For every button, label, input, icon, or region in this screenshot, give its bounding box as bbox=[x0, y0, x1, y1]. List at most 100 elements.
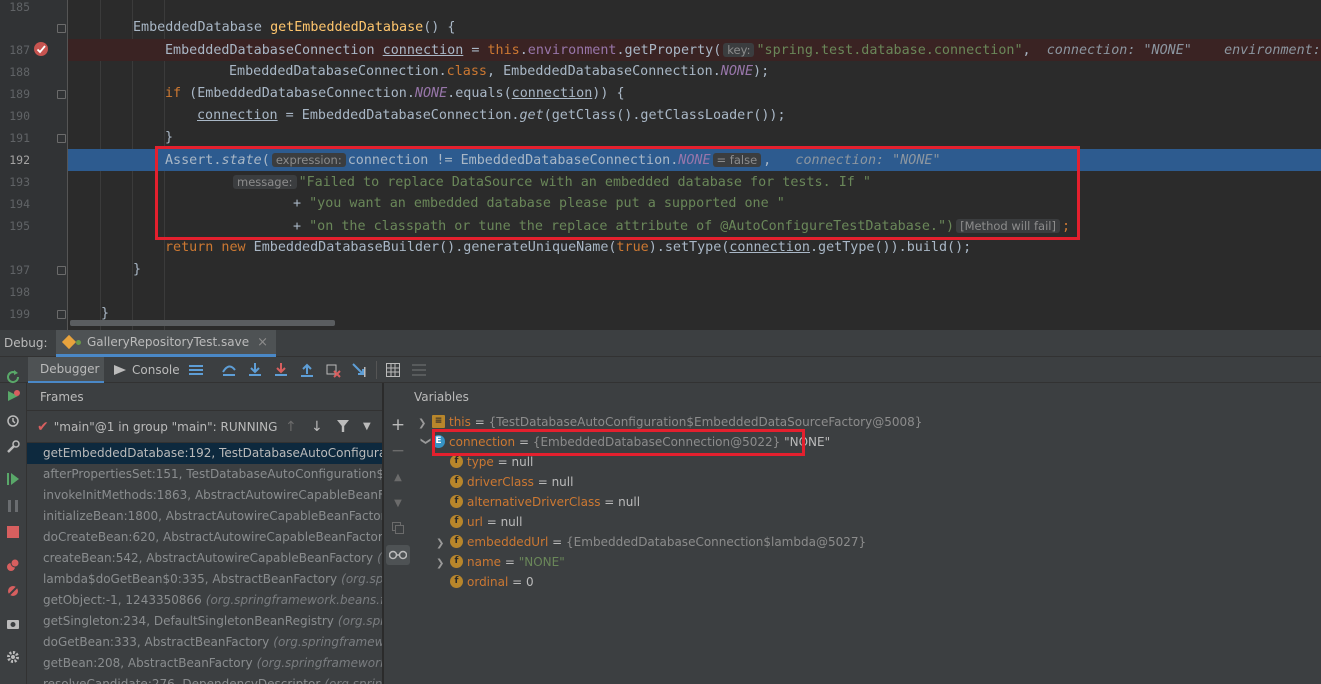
variable-field[interactable]: f alternativeDriverClass = null bbox=[436, 492, 640, 512]
step-over-icon[interactable] bbox=[221, 362, 237, 378]
variable-field[interactable]: ❯ f embeddedUrl = {EmbeddedDatabaseConnect… bbox=[436, 532, 866, 552]
pause-program-icon[interactable] bbox=[5, 498, 21, 514]
frame-method: getBean:208, AbstractBeanFactory bbox=[43, 656, 253, 670]
rerun-icon[interactable] bbox=[5, 369, 21, 385]
rerun-failed-icon[interactable] bbox=[5, 388, 21, 404]
filter-icon[interactable] bbox=[337, 420, 349, 432]
frame-item[interactable]: resolveCandidate:276, DependencyDescript… bbox=[27, 674, 382, 684]
frame-item[interactable]: createBean:542, AbstractAutowireCapableB… bbox=[27, 548, 382, 569]
code-editor[interactable]: 185 187 188 189 190 191 192 193 194 195 … bbox=[0, 0, 1321, 330]
frame-method: createBean:542, AbstractAutowireCapableB… bbox=[43, 551, 374, 565]
equals-sign: = bbox=[470, 415, 489, 429]
variable-name: this bbox=[449, 415, 471, 429]
fold-marker-icon[interactable] bbox=[57, 90, 66, 99]
tab-console[interactable]: Console bbox=[114, 357, 180, 383]
console-icon bbox=[114, 365, 126, 375]
variable-field[interactable]: f url = null bbox=[436, 512, 522, 532]
step-out-icon[interactable] bbox=[299, 362, 315, 378]
variable-field[interactable]: f ordinal = 0 bbox=[436, 572, 534, 592]
settings-wrench-icon[interactable] bbox=[5, 439, 21, 455]
tab-debugger[interactable]: Debugger bbox=[28, 357, 104, 383]
frame-method: doCreateBean:620, AbstractAutowireCapabl… bbox=[43, 530, 383, 544]
tab-debugger-label: Debugger bbox=[40, 362, 100, 376]
camera-icon[interactable] bbox=[5, 616, 21, 632]
view-breakpoints-icon[interactable] bbox=[5, 557, 21, 573]
frame-method: getObject:-1, 1243350866 bbox=[43, 593, 202, 607]
variable-name: alternativeDriverClass bbox=[467, 495, 601, 509]
fold-marker-icon[interactable] bbox=[57, 134, 66, 143]
variable-value: null bbox=[511, 455, 534, 469]
frame-item[interactable]: doGetBean:333, AbstractBeanFactory (org.s… bbox=[27, 632, 382, 653]
step-into-icon[interactable] bbox=[247, 362, 263, 378]
expand-arrow-icon[interactable]: ❯ bbox=[436, 534, 450, 554]
drop-frame-icon[interactable] bbox=[325, 362, 341, 378]
fold-marker-icon[interactable] bbox=[57, 266, 66, 275]
toolbar-separator bbox=[376, 361, 377, 379]
frame-item[interactable]: afterPropertiesSet:151, TestDatabaseAuto… bbox=[27, 464, 382, 485]
frame-item[interactable]: lambda$doGetBean$0:335, AbstractBeanFact… bbox=[27, 569, 382, 590]
show-watches-glasses-icon[interactable] bbox=[386, 545, 410, 565]
fold-marker-icon[interactable] bbox=[57, 24, 66, 33]
frame-package: (org.springframework.beans. bbox=[256, 656, 383, 670]
variable-field[interactable]: f driverClass = null bbox=[436, 472, 573, 492]
dropdown-arrow-icon[interactable]: ▼ bbox=[363, 421, 371, 432]
frame-package: (org.springfr bbox=[337, 614, 382, 628]
code-line-197: } bbox=[133, 262, 142, 277]
status-dot-icon bbox=[76, 339, 81, 345]
fold-marker-icon[interactable] bbox=[57, 310, 66, 319]
equals-sign: = bbox=[600, 495, 619, 509]
code-line-196: return new EmbeddedDatabaseBuilder().gen… bbox=[165, 240, 972, 255]
code-line-186: EmbeddedDatabase getEmbeddedDatabase() { bbox=[133, 20, 456, 35]
previous-frame-icon[interactable]: ↑ bbox=[285, 419, 297, 435]
stop-icon[interactable] bbox=[5, 524, 21, 540]
variable-name: name bbox=[467, 555, 502, 569]
add-watch-icon[interactable]: + bbox=[390, 415, 406, 435]
variables-toolbar: + − ▲ ▼ bbox=[384, 383, 412, 684]
frame-item[interactable]: getEmbeddedDatabase:192, TestDatabaseAut… bbox=[27, 443, 382, 464]
frames-header: Frames bbox=[27, 383, 382, 411]
frame-method: afterPropertiesSet:151, TestDatabaseAuto… bbox=[43, 467, 382, 481]
frame-item[interactable]: getObject:-1, 1243350866 (org.springframe… bbox=[27, 590, 382, 611]
debug-tab-bar: Debug: GalleryRepositoryTest.save × bbox=[0, 330, 1321, 357]
variable-value: null bbox=[551, 475, 574, 489]
expand-arrow-icon[interactable]: ❯ bbox=[418, 414, 432, 434]
evaluate-expression-icon[interactable] bbox=[385, 362, 401, 378]
equals-sign: = bbox=[493, 455, 512, 469]
move-up-icon[interactable]: ▲ bbox=[390, 469, 406, 485]
frames-panel: Frames ✔ "main"@1 in group "main": RUNNI… bbox=[27, 383, 383, 684]
resume-program-icon[interactable] bbox=[5, 471, 21, 487]
thread-selector[interactable]: ✔ "main"@1 in group "main": RUNNING ↑ ↓ … bbox=[27, 411, 382, 443]
frames-list-icon[interactable] bbox=[188, 362, 204, 378]
expand-arrow-icon[interactable]: ❯ bbox=[436, 554, 450, 574]
tab-gallery-repository-test[interactable]: GalleryRepositoryTest.save × bbox=[56, 330, 276, 357]
frame-item[interactable]: getSingleton:234, DefaultSingletonBeanRe… bbox=[27, 611, 382, 632]
move-down-icon[interactable]: ▼ bbox=[390, 495, 406, 511]
horizontal-scrollbar[interactable] bbox=[70, 320, 335, 326]
duplicate-icon[interactable] bbox=[390, 520, 406, 536]
highlight-box-assert bbox=[155, 146, 1080, 240]
frame-item[interactable]: getBean:208, AbstractBeanFactory (org.spr… bbox=[27, 653, 382, 674]
next-frame-icon[interactable]: ↓ bbox=[311, 419, 323, 435]
trace-icon[interactable] bbox=[411, 362, 427, 378]
frame-item[interactable]: doCreateBean:620, AbstractAutowireCapabl… bbox=[27, 527, 382, 548]
variable-field[interactable]: ❯ f name = "NONE" bbox=[436, 552, 565, 572]
debug-label: Debug: bbox=[4, 336, 48, 350]
line-number: 193 bbox=[9, 175, 30, 189]
run-to-cursor-icon[interactable] bbox=[351, 362, 367, 378]
force-step-into-icon[interactable] bbox=[273, 362, 289, 378]
frame-method: getSingleton:234, DefaultSingletonBeanRe… bbox=[43, 614, 334, 628]
frame-package: (org.springfram bbox=[324, 677, 383, 684]
breakpoint-icon[interactable] bbox=[34, 42, 48, 56]
test-run-icon bbox=[61, 334, 77, 350]
mute-breakpoints-icon[interactable] bbox=[5, 583, 21, 599]
variable-name: type bbox=[467, 455, 494, 469]
gear-icon[interactable] bbox=[5, 649, 21, 665]
close-icon[interactable]: × bbox=[257, 335, 268, 350]
remove-watch-icon[interactable]: − bbox=[390, 441, 406, 461]
restore-layout-icon[interactable] bbox=[5, 413, 21, 429]
frame-item[interactable]: initializeBean:1800, AbstractAutowireCap… bbox=[27, 506, 382, 527]
line-number: 185 bbox=[9, 0, 30, 14]
editor-gutter[interactable]: 185 187 188 189 190 191 192 193 194 195 … bbox=[0, 0, 68, 330]
line-number: 197 bbox=[9, 263, 30, 277]
frame-item[interactable]: invokeInitMethods:1863, AbstractAutowire… bbox=[27, 485, 382, 506]
